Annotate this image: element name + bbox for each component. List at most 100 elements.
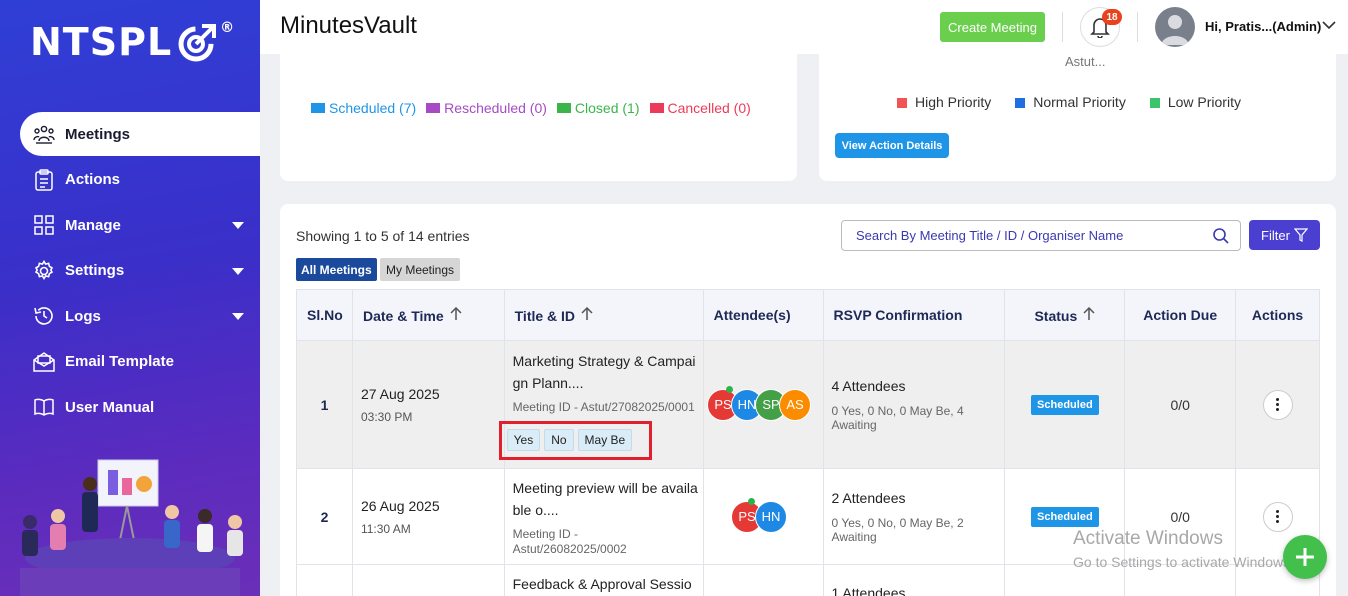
legend-label: High Priority — [915, 94, 992, 110]
legend-normal-priority[interactable]: Normal Priority — [1015, 94, 1126, 110]
create-meeting-button[interactable]: Create Meeting — [940, 12, 1045, 42]
chevron-down-icon — [232, 222, 244, 229]
user-menu[interactable]: Hi, Pratis...(Admin) — [1205, 19, 1321, 34]
tab-my-meetings[interactable]: My Meetings — [380, 258, 461, 281]
sidebar-item-logs[interactable]: Logs — [0, 294, 260, 338]
legend-rescheduled[interactable]: Rescheduled (0) — [426, 100, 547, 116]
sidebar-item-meetings[interactable]: Meetings — [20, 112, 260, 156]
table-header-row: Sl.No Date & Time Title & ID Attendee(s)… — [296, 289, 1320, 341]
attendee-avatars[interactable]: PS HN — [704, 497, 823, 533]
watermark-title: Activate Windows — [1073, 528, 1223, 549]
meeting-illustration — [20, 459, 243, 596]
meeting-status-legend: Scheduled (7) Rescheduled (0) Closed (1)… — [311, 100, 751, 116]
legend-swatch — [311, 103, 325, 113]
col-rsvp: RSVP Confirmation — [822, 289, 1006, 341]
cell-sl: 1 — [296, 340, 353, 469]
sidebar: NTSPL ® Meetings Actions Manage Settings… — [0, 0, 260, 596]
cell-date-time: 26 Aug 2025 11:30 AM — [351, 468, 505, 565]
chevron-down-icon — [232, 313, 244, 320]
search-input[interactable] — [856, 221, 1216, 250]
col-label: Action Due — [1143, 307, 1218, 323]
view-action-details-button[interactable]: View Action Details — [835, 133, 949, 158]
rsvp-no-button[interactable]: No — [544, 428, 574, 451]
sidebar-item-email-template[interactable]: Email Template — [0, 340, 260, 384]
funnel-icon — [1293, 228, 1308, 242]
cell-rsvp: 2 Attendees 0 Yes, 0 No, 0 May Be, 2 Awa… — [822, 468, 1006, 565]
legend-closed[interactable]: Closed (1) — [556, 100, 640, 116]
col-title-id[interactable]: Title & ID — [503, 289, 704, 341]
online-indicator — [725, 385, 733, 393]
filter-button[interactable]: Filter — [1249, 220, 1320, 250]
more-options-icon[interactable] — [1262, 501, 1293, 532]
sidebar-item-actions[interactable]: Actions — [0, 158, 260, 202]
cell-attendees — [702, 564, 824, 596]
meeting-title[interactable]: Feedback & Approval Sessio — [513, 573, 699, 595]
cell-sl — [296, 564, 353, 596]
legend-swatch — [1149, 98, 1160, 109]
rsvp-maybe-button[interactable]: May Be — [577, 428, 633, 451]
attendee-avatars[interactable]: PS HN SP AS — [704, 385, 823, 421]
rsvp-yes-button[interactable]: Yes — [506, 428, 541, 451]
cell-title-id: Feedback & Approval Sessio — [503, 564, 704, 596]
sort-up-icon[interactable] — [450, 306, 462, 321]
cell-attendees: PS HN SP AS — [702, 340, 824, 469]
cell-attendees: PS HN — [702, 468, 824, 565]
col-label: Attendee(s) — [713, 307, 791, 323]
notification-badge: 18 — [1102, 9, 1122, 25]
rsvp-summary: 0 Yes, 0 No, 0 May Be, 2 Awaiting — [831, 515, 964, 544]
logo-arrow-icon — [178, 24, 217, 62]
divider — [1137, 12, 1138, 42]
meeting-date: 27 Aug 2025 — [360, 385, 440, 402]
sidebar-item-user-manual[interactable]: User Manual — [0, 385, 260, 429]
book-icon — [32, 395, 56, 419]
col-attendees: Attendee(s) — [702, 289, 824, 341]
cell-date-time: 27 Aug 2025 03:30 PM — [351, 340, 505, 469]
envelope-icon — [32, 350, 56, 374]
cell-title-id: Marketing Strategy & Campaign Plann.... … — [498, 340, 704, 469]
sort-up-icon[interactable] — [1083, 306, 1095, 321]
legend-scheduled[interactable]: Scheduled (7) — [311, 100, 416, 116]
chevron-down-icon — [232, 267, 244, 275]
attendee-count: 2 Attendees — [831, 489, 906, 506]
sort-up-icon[interactable] — [581, 306, 593, 321]
meeting-time: 03:30 PM — [360, 409, 413, 424]
legend-swatch — [649, 103, 664, 113]
online-indicator — [747, 497, 755, 505]
attendee-count: 4 Attendees — [831, 377, 906, 394]
col-label: Title & ID — [514, 307, 576, 324]
search-icon[interactable] — [1212, 227, 1230, 245]
action-summary-card: Astut... High Priority Normal Priority L… — [819, 54, 1336, 181]
watermark-subtitle: Go to Settings to activate Windows. — [1073, 554, 1294, 570]
legend-low-priority[interactable]: Low Priority — [1149, 94, 1241, 110]
legend-cancelled[interactable]: Cancelled (0) — [649, 100, 751, 116]
attendee-count: 1 Attendees — [831, 585, 906, 596]
legend-label: Closed (1) — [574, 100, 640, 116]
add-fab-button[interactable] — [1283, 535, 1327, 579]
legend-label: Scheduled (7) — [329, 100, 417, 116]
sidebar-item-manage[interactable]: Manage — [0, 203, 260, 247]
cell-title-id: Meeting preview will be available o.... … — [503, 468, 704, 565]
cell-action-due: 0/0 — [1124, 340, 1237, 469]
avatar[interactable] — [1155, 7, 1195, 47]
legend-swatch — [1015, 98, 1026, 109]
meeting-title[interactable]: Meeting preview will be available o.... — [513, 477, 699, 521]
top-bar: MinutesVault Create Meeting 18 Hi, Prati… — [260, 0, 1348, 54]
col-label: Date & Time — [362, 307, 444, 324]
brand-logo[interactable]: NTSPL ® — [30, 20, 235, 64]
tab-all-meetings[interactable]: All Meetings — [296, 258, 377, 281]
legend-high-priority[interactable]: High Priority — [897, 94, 991, 110]
divider — [1062, 12, 1063, 42]
plus-icon — [1296, 548, 1314, 566]
more-options-icon[interactable] — [1262, 389, 1293, 420]
table-row[interactable]: 1 27 Aug 2025 03:30 PM Marketing Strateg… — [296, 340, 1320, 469]
cell-actions — [1235, 340, 1320, 469]
col-date-time[interactable]: Date & Time — [351, 289, 505, 341]
col-status[interactable]: Status — [1004, 289, 1126, 341]
meeting-title[interactable]: Marketing Strategy & Campaign Plann.... — [513, 350, 699, 394]
chevron-down-icon[interactable] — [1322, 20, 1336, 30]
meeting-date: 26 Aug 2025 — [360, 497, 440, 514]
sidebar-item-settings[interactable]: Settings — [0, 249, 260, 293]
legend-label: Normal Priority — [1033, 94, 1126, 110]
sidebar-item-label: Logs — [65, 307, 101, 325]
status-badge: Scheduled — [1031, 506, 1099, 527]
